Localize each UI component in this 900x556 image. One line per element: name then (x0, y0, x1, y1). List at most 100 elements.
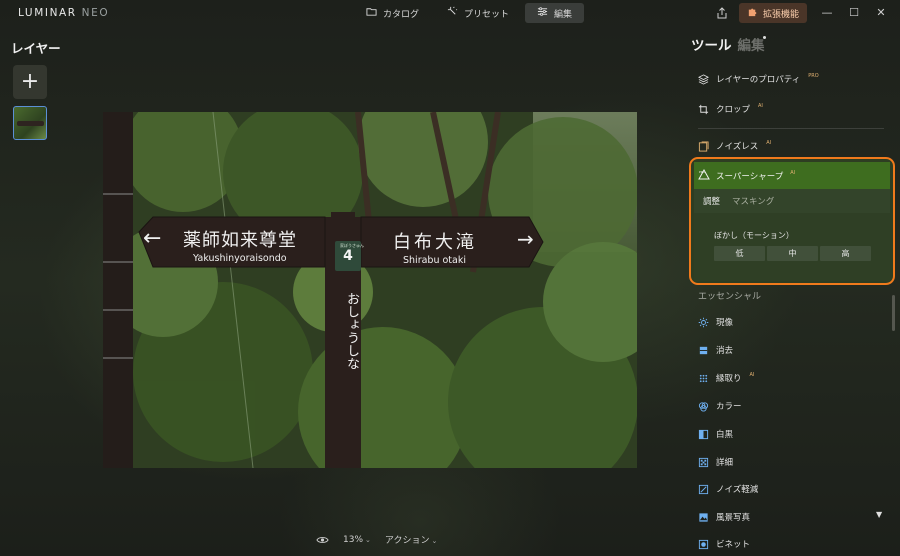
super-sharp-header[interactable]: PRO スーパーシャープ AI (694, 162, 890, 189)
zoom-dropdown[interactable]: 13% ⌄ (343, 535, 371, 545)
zoom-label: 13% (343, 534, 364, 545)
subtab-masking[interactable]: マスキング (732, 195, 774, 207)
arrow-right-icon: → (517, 227, 534, 251)
ai-badge: AI (790, 169, 796, 176)
details-icon (698, 457, 709, 468)
vignette-icon (698, 539, 709, 550)
tool-bw[interactable]: 白黒 (698, 428, 733, 440)
super-sharp-title: スーパーシャープ (716, 171, 784, 182)
share-icon[interactable] (715, 5, 729, 19)
motion-blur-label: ぼかし（モーション） (714, 231, 794, 240)
tool-crop[interactable]: クロップ AI (698, 103, 763, 115)
bottom-toolbar: 13% ⌄ アクション ⌄ (316, 533, 437, 546)
sign-left-romaji: Yakushinyoraisondo (193, 253, 287, 264)
color-icon (698, 401, 709, 412)
sign-number: 4 (343, 248, 353, 264)
layers-title: レイヤー (11, 41, 61, 56)
expand-triangle-icon[interactable]: ▼ (876, 510, 882, 519)
super-sharp-panel: PRO スーパーシャープ AI 調整 マスキング ぼかし（モーション） 低 中 高 (689, 157, 895, 285)
main-photo[interactable]: ← 薬師如来尊堂 Yakushinyoraisondo 家ぼうさゅん 4 白布大… (103, 112, 637, 468)
tab-presets[interactable]: プリセット (435, 3, 521, 23)
close-button[interactable]: ✕ (874, 5, 888, 19)
tool-landscape[interactable]: 風景写真 (698, 511, 750, 523)
sign-right-japanese: 白布大滝 (393, 232, 477, 253)
tool-erase[interactable]: 消去 (698, 344, 733, 356)
tool-bw-label: 白黒 (716, 430, 734, 440)
svg-text:PRO: PRO (699, 170, 706, 174)
tool-noiseless-label: ノイズレス (716, 142, 759, 152)
noiseless-icon (698, 140, 709, 152)
tool-erase-label: 消去 (716, 346, 734, 356)
essentials-section-title: エッセンシャル (698, 292, 762, 302)
tool-vignette-label: ビネット (716, 540, 751, 550)
tool-landscape-label: 風景写真 (716, 513, 751, 523)
pro-badge: PRO (808, 73, 819, 79)
ai-badge: AI (749, 372, 755, 378)
chevron-down-icon: ⌄ (365, 535, 371, 544)
tool-crop-label: クロップ (716, 105, 751, 115)
ai-badge: AI (758, 103, 763, 109)
logo-text: LUMINAR (18, 7, 77, 19)
eye-icon[interactable] (316, 535, 329, 545)
tool-structure[interactable]: 縁取り AI (698, 372, 754, 384)
tab-edit-label: 編集 (554, 9, 573, 20)
divider (698, 128, 884, 129)
tool-develop[interactable]: 現像 (698, 316, 733, 328)
tool-details[interactable]: 詳細 (698, 456, 733, 468)
tab-edit[interactable]: 編集 (525, 3, 585, 23)
title-bar: LUMINAR NEO カタログ プリセット 編集 拡張機能 — ☐ ✕ (0, 0, 900, 26)
folder-icon (366, 6, 377, 20)
logo-neo-text: NEO (81, 7, 110, 19)
sign-left-japanese: 薬師如来尊堂 (183, 230, 297, 251)
minimize-button[interactable]: — (820, 5, 834, 19)
app-logo: LUMINAR NEO (18, 7, 109, 19)
crop-icon (698, 104, 709, 115)
sliders-icon (537, 6, 548, 20)
add-layer-button[interactable]: + (13, 65, 47, 99)
actions-dropdown[interactable]: アクション ⌄ (385, 533, 437, 546)
tab-presets-label: プリセット (464, 9, 510, 20)
sign-right-romaji: Shirabu otaki (403, 255, 466, 266)
super-sharp-body: ぼかし（モーション） 低 中 高 (694, 213, 890, 281)
sign-vertical-text: おしょうしな (344, 292, 359, 370)
super-sharp-subtabs: 調整 マスキング (694, 189, 890, 213)
erase-icon (698, 345, 709, 356)
tab-catalog[interactable]: カタログ (354, 3, 431, 23)
tab-tools[interactable]: ツール (691, 34, 732, 54)
option-mid[interactable]: 中 (767, 246, 818, 261)
tab-edits[interactable]: 編集 (738, 34, 765, 54)
super-sharp-icon: PRO (698, 168, 710, 183)
denoise-icon (698, 484, 709, 495)
right-panel-scrollbar[interactable] (892, 295, 895, 331)
tool-layer-properties-label: レイヤーのプロパティ (716, 75, 801, 85)
maximize-button[interactable]: ☐ (847, 5, 861, 19)
notification-dot (763, 36, 766, 39)
motion-blur-options: 低 中 高 (714, 246, 871, 261)
layer-thumbnail[interactable] (13, 106, 47, 140)
layers-icon (698, 73, 709, 85)
tool-denoise[interactable]: ノイズ軽減 (698, 483, 758, 495)
bw-icon (698, 429, 709, 440)
tab-catalog-label: カタログ (383, 9, 420, 20)
tool-denoise-label: ノイズ軽減 (716, 485, 759, 495)
landscape-icon (698, 512, 709, 523)
tool-vignette[interactable]: ビネット (698, 538, 750, 550)
arrow-left-icon: ← (143, 226, 162, 251)
extensions-button[interactable]: 拡張機能 (739, 3, 808, 23)
tool-structure-label: 縁取り (716, 374, 742, 384)
option-high[interactable]: 高 (820, 246, 871, 261)
option-low[interactable]: 低 (714, 246, 765, 261)
tool-develop-label: 現像 (716, 318, 734, 328)
tool-color-label: カラー (716, 402, 742, 412)
develop-icon (698, 317, 709, 328)
actions-label: アクション (384, 536, 430, 546)
tool-color[interactable]: カラー (698, 400, 742, 412)
structure-icon (698, 373, 709, 384)
main-nav: カタログ プリセット 編集 (354, 3, 585, 23)
tool-noiseless[interactable]: ノイズレス AI (698, 140, 771, 152)
subtab-adjust[interactable]: 調整 (703, 195, 720, 207)
tool-details-label: 詳細 (716, 458, 734, 468)
tool-layer-properties[interactable]: レイヤーのプロパティ PRO (698, 73, 819, 85)
right-panel-tabs: ツール 編集 (691, 34, 765, 54)
sparkle-icon (447, 6, 458, 20)
